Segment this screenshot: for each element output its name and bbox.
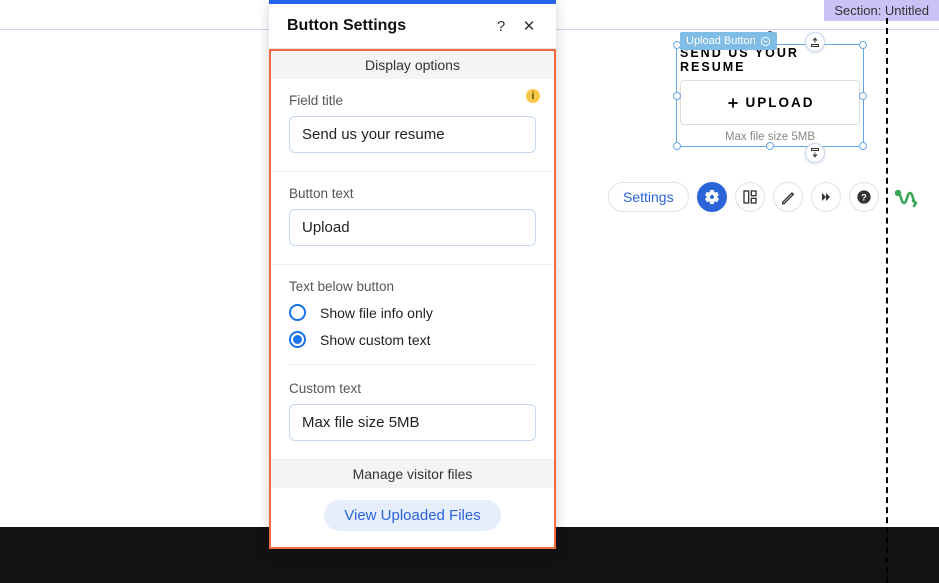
custom-text-input[interactable] (289, 404, 536, 441)
view-uploaded-files-button[interactable]: View Uploaded Files (324, 500, 500, 531)
text-below-group: Text below button Show file info only Sh… (271, 265, 554, 460)
button-text-group: Button text (271, 172, 554, 265)
resize-handle[interactable] (766, 142, 774, 150)
layout-icon[interactable] (735, 182, 765, 212)
field-title-group: i Field title (271, 79, 554, 172)
button-text-label: Button text (289, 186, 536, 201)
upload-below-text: Max file size 5MB (680, 131, 860, 143)
text-below-label: Text below button (289, 279, 536, 294)
resize-handle[interactable] (859, 41, 867, 49)
section-badge[interactable]: Section: Untitled (824, 0, 939, 21)
view-files-wrap: View Uploaded Files (271, 488, 554, 547)
panel-body: Display options i Field title Button tex… (269, 49, 556, 549)
upload-field-title: Send us your resume (680, 46, 860, 74)
upload-button-element[interactable]: Upload Button Send us your resume UPLOAD… (680, 40, 860, 143)
field-title-label: Field title (289, 93, 536, 108)
vertical-guide (886, 18, 888, 583)
pin-icon[interactable] (805, 32, 825, 52)
button-settings-panel: Button Settings ? ✕ Display options i Fi… (269, 0, 556, 549)
divider (289, 364, 536, 365)
radio-file-info-label: Show file info only (320, 305, 433, 321)
resize-handle[interactable] (859, 142, 867, 150)
panel-title: Button Settings (287, 17, 482, 35)
radio-custom-text-label: Show custom text (320, 332, 431, 348)
connector-icon[interactable] (895, 186, 919, 215)
settings-button[interactable]: Settings (608, 182, 689, 212)
radio-icon (289, 331, 306, 348)
field-title-input[interactable] (289, 116, 536, 153)
manage-files-header: Manage visitor files (271, 460, 554, 488)
radio-icon (289, 304, 306, 321)
panel-help-icon[interactable]: ? (492, 17, 510, 35)
panel-header: Button Settings ? ✕ (269, 4, 556, 49)
help-icon[interactable]: ? (849, 182, 879, 212)
custom-text-label: Custom text (289, 381, 536, 396)
upload-button[interactable]: UPLOAD (680, 80, 860, 125)
resize-handle[interactable] (859, 92, 867, 100)
svg-text:?: ? (861, 192, 867, 202)
element-chip[interactable]: Upload Button (680, 32, 777, 50)
animation-icon[interactable] (811, 182, 841, 212)
pin-icon[interactable] (805, 143, 825, 163)
floating-toolbar: Settings ? (608, 182, 879, 212)
resize-handle[interactable] (673, 142, 681, 150)
upload-button-label: UPLOAD (746, 95, 815, 110)
radio-file-info[interactable]: Show file info only (289, 304, 536, 321)
element-chip-label: Upload Button (686, 35, 756, 47)
display-options-header: Display options (271, 51, 554, 79)
info-icon[interactable]: i (526, 89, 540, 103)
design-icon[interactable] (773, 182, 803, 212)
close-icon[interactable]: ✕ (520, 17, 538, 35)
button-text-input[interactable] (289, 209, 536, 246)
gear-icon[interactable] (697, 182, 727, 212)
radio-custom-text[interactable]: Show custom text (289, 331, 536, 348)
